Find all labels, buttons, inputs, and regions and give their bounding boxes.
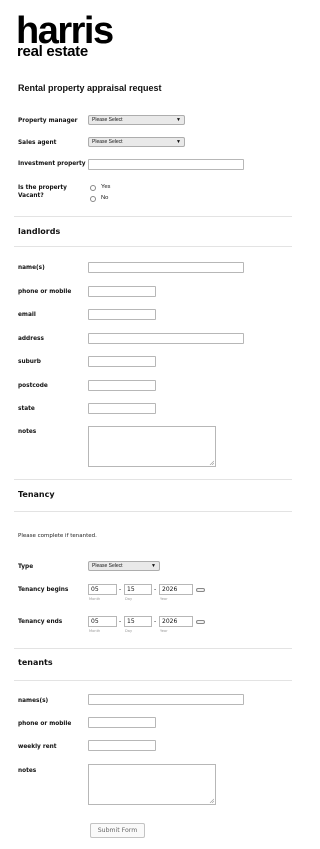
chevron-down-icon: ▼ <box>151 563 156 569</box>
landlord-address-input[interactable] <box>88 333 244 344</box>
investment-property-label: Investment property <box>18 161 86 167</box>
property-manager-value: Please Select <box>92 117 123 123</box>
tenant-names-input[interactable] <box>88 694 244 705</box>
tenancy-begins-label: Tenancy begins <box>18 587 69 593</box>
tenant-phone-input[interactable] <box>88 717 156 728</box>
tenancy-section-title: Tenancy <box>18 490 55 499</box>
vacant-label: Is the property Vacant? <box>18 184 67 200</box>
divider <box>14 680 292 681</box>
submit-button[interactable]: Submit Form <box>90 823 145 838</box>
sales-agent-value: Please Select <box>92 139 123 145</box>
day-hint: Day <box>125 597 133 601</box>
landlord-phone-label: phone or mobile <box>18 289 72 295</box>
vacant-yes-label: Yes <box>101 184 111 190</box>
date-separator: - <box>119 586 122 593</box>
tenants-section-title: tenants <box>18 658 53 667</box>
property-manager-select[interactable]: Please Select ▼ <box>88 115 185 125</box>
tenant-phone-label: phone or mobile <box>18 721 72 727</box>
tenancy-begins-month-input[interactable]: 05 <box>88 584 117 595</box>
landlord-state-input[interactable] <box>88 403 156 414</box>
divider <box>14 216 292 217</box>
tenancy-ends-month-input[interactable]: 05 <box>88 616 117 627</box>
calendar-icon[interactable] <box>196 588 205 592</box>
tenancy-ends-year-input[interactable]: 2026 <box>159 616 193 627</box>
brand-tagline: real estate <box>17 43 88 60</box>
vacant-yes-radio[interactable] <box>90 185 96 191</box>
landlord-suburb-label: suburb <box>18 359 41 365</box>
resize-grip-icon[interactable] <box>209 460 214 465</box>
resize-grip-icon[interactable] <box>209 798 214 803</box>
calendar-icon[interactable] <box>196 620 205 624</box>
landlord-postcode-input[interactable] <box>88 380 156 391</box>
month-hint: Month <box>89 629 101 633</box>
divider <box>14 479 292 480</box>
tenant-names-label: names(s) <box>18 698 49 704</box>
vacant-label-line2: Vacant? <box>18 193 44 199</box>
landlord-phone-input[interactable] <box>88 286 156 297</box>
investment-property-input[interactable] <box>88 159 244 170</box>
date-separator: - <box>154 618 157 625</box>
divider <box>14 246 292 247</box>
landlord-email-label: email <box>18 312 36 318</box>
tenancy-begins-day-input[interactable]: 15 <box>124 584 152 595</box>
chevron-down-icon: ▼ <box>176 139 181 145</box>
sales-agent-select[interactable]: Please Select ▼ <box>88 137 185 147</box>
chevron-down-icon: ▼ <box>176 117 181 123</box>
vacant-no-label: No <box>101 195 109 201</box>
landlord-names-label: name(s) <box>18 265 45 271</box>
tenant-notes-label: notes <box>18 768 37 774</box>
year-hint: Year <box>160 597 168 601</box>
landlord-email-input[interactable] <box>88 309 156 320</box>
tenancy-begins-year-input[interactable]: 2026 <box>159 584 193 595</box>
tenancy-type-value: Please Select <box>92 563 123 569</box>
weekly-rent-label: weekly rent <box>18 744 57 750</box>
tenancy-note: Please complete if tenanted. <box>18 533 97 539</box>
tenancy-ends-label: Tenancy ends <box>18 619 63 625</box>
divider <box>14 511 292 512</box>
tenancy-ends-day-input[interactable]: 15 <box>124 616 152 627</box>
landlord-names-input[interactable] <box>88 262 244 273</box>
weekly-rent-input[interactable] <box>88 740 156 751</box>
date-separator: - <box>154 586 157 593</box>
sales-agent-label: Sales agent <box>18 140 57 146</box>
tenancy-type-select[interactable]: Please Select ▼ <box>88 561 160 571</box>
landlord-suburb-input[interactable] <box>88 356 156 367</box>
property-manager-label: Property manager <box>18 118 78 124</box>
divider <box>14 648 292 649</box>
landlord-postcode-label: postcode <box>18 383 48 389</box>
day-hint: Day <box>125 629 133 633</box>
vacant-label-line1: Is the property <box>18 185 67 191</box>
vacant-no-radio[interactable] <box>90 196 96 202</box>
date-separator: - <box>119 618 122 625</box>
form-title: Rental property appraisal request <box>18 83 162 93</box>
year-hint: Year <box>160 629 168 633</box>
landlords-section-title: landlords <box>18 227 61 236</box>
tenancy-type-label: Type <box>18 564 34 570</box>
landlord-notes-textarea[interactable] <box>88 426 216 467</box>
landlord-address-label: address <box>18 336 44 342</box>
landlord-state-label: state <box>18 406 35 412</box>
tenant-notes-textarea[interactable] <box>88 764 216 805</box>
landlord-notes-label: notes <box>18 429 37 435</box>
month-hint: Month <box>89 597 101 601</box>
